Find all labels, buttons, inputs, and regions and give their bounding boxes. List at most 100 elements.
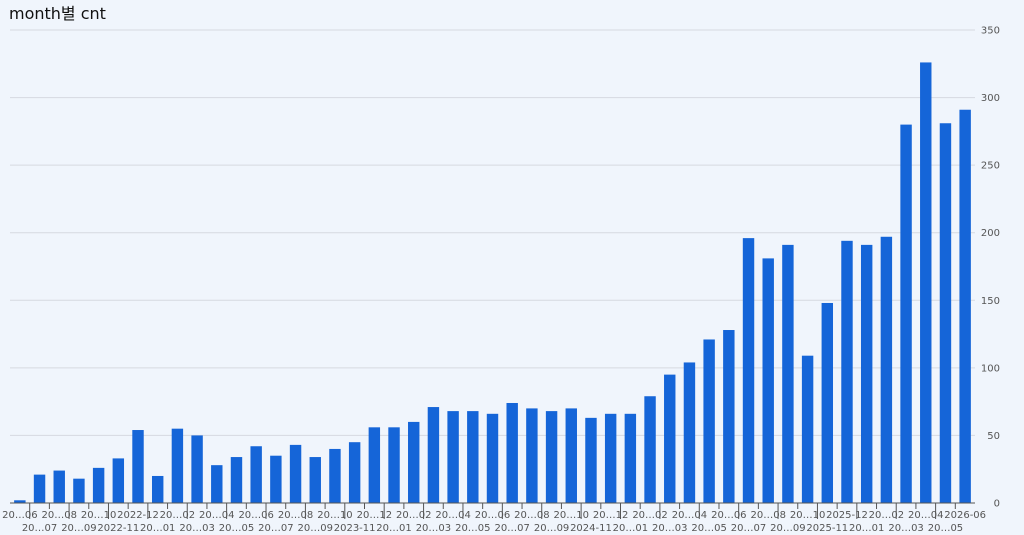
x-tick-label: 20…06 [711, 510, 746, 521]
bar[interactable] [171, 428, 184, 503]
y-tick-label: 250 [981, 161, 1000, 172]
bar[interactable] [723, 330, 735, 503]
bar[interactable] [565, 408, 577, 503]
x-tick-label: 20…10 [317, 510, 352, 521]
x-tick-label: 20…08 [514, 510, 549, 521]
bar[interactable] [33, 474, 46, 503]
bar[interactable] [506, 402, 518, 503]
x-tick-label: 20…05 [219, 523, 254, 534]
x-tick-label: 20…08 [750, 510, 785, 521]
bar[interactable] [860, 244, 873, 503]
bar[interactable] [526, 408, 538, 503]
bar[interactable] [250, 446, 262, 503]
bar[interactable] [427, 407, 440, 503]
bar[interactable] [920, 62, 932, 503]
x-tick-label: 2025-12 [826, 510, 868, 521]
bar[interactable] [841, 240, 853, 503]
x-tick-label: 2023-11 [334, 523, 376, 534]
bar[interactable] [408, 421, 420, 503]
bar[interactable] [703, 339, 715, 503]
x-tick-label: 20…05 [928, 523, 963, 534]
bar[interactable] [782, 244, 794, 503]
x-tick-label: 20…04 [199, 510, 234, 521]
bar[interactable] [880, 236, 893, 504]
x-tick-label: 20…03 [652, 523, 687, 534]
x-tick-label: 20…08 [278, 510, 313, 521]
x-tick-label: 20…10 [81, 510, 116, 521]
x-tick-label: 2025-11 [806, 523, 848, 534]
x-tick-label: 20…04 [908, 510, 943, 521]
bar[interactable] [348, 442, 361, 503]
x-tick-label: 20…03 [888, 523, 923, 534]
y-tick-label: 100 [981, 363, 1000, 374]
bar[interactable] [486, 413, 499, 503]
bar[interactable] [900, 124, 912, 503]
bar[interactable] [801, 355, 814, 503]
bar[interactable] [270, 455, 282, 503]
bar[interactable] [151, 475, 164, 503]
bar[interactable] [73, 478, 85, 503]
bar[interactable] [329, 448, 341, 503]
x-tick-label: 20…07 [22, 523, 57, 534]
bar[interactable] [53, 470, 65, 503]
bar[interactable] [939, 123, 952, 504]
bar[interactable] [644, 396, 656, 503]
bar-chart: 0 50 100 150 200 250 300 350 20…06 20…07 20…08 20…0… [2, 26, 1000, 535]
bar[interactable] [467, 411, 479, 503]
x-tick-label: 20…01 [849, 523, 884, 534]
x-tick-label: 20…02 [160, 510, 195, 521]
x-tick-label: 20…02 [632, 510, 667, 521]
x-tick-label: 20…09 [61, 523, 96, 534]
x-tick-label: 2022-12 [117, 510, 159, 521]
bar[interactable] [230, 457, 243, 503]
bar[interactable] [309, 457, 321, 503]
x-tick-label: 20…06 [475, 510, 510, 521]
x-tick-label: 20…04 [435, 510, 470, 521]
x-tick-label: 2024-11 [570, 523, 612, 534]
x-tick-label: 20…01 [140, 523, 175, 534]
x-tick-label: 20…07 [494, 523, 529, 534]
bar[interactable] [388, 427, 400, 503]
x-tick-label: 20…12 [357, 510, 392, 521]
x-tick-label: 20…12 [593, 510, 628, 521]
bar[interactable] [664, 374, 676, 503]
bar[interactable] [447, 411, 459, 503]
bar[interactable] [683, 362, 696, 503]
x-tick-label: 20…06 [238, 510, 273, 521]
y-tick-label: 150 [981, 296, 1000, 307]
y-tick-label: 0 [994, 499, 1000, 510]
bar[interactable] [604, 413, 617, 503]
bar[interactable] [112, 458, 125, 503]
bar[interactable] [742, 238, 755, 503]
x-tick-label: 20…06 [2, 510, 37, 521]
x-tick-label: 20…09 [770, 523, 805, 534]
x-tick-label: 20…02 [396, 510, 431, 521]
x-tick-label: 20…07 [258, 523, 293, 534]
bar[interactable] [92, 467, 105, 503]
bar[interactable] [821, 302, 834, 503]
bar[interactable] [624, 413, 637, 503]
x-tick-label: 20…10 [790, 510, 825, 521]
x-tick-label: 20…02 [869, 510, 904, 521]
bar[interactable] [211, 465, 223, 503]
y-tick-label: 350 [981, 26, 1000, 37]
bar[interactable] [132, 430, 144, 503]
bar[interactable] [545, 411, 558, 503]
bar[interactable] [191, 435, 203, 503]
x-tick-label: 20…05 [455, 523, 490, 534]
x-tick-label: 20…04 [672, 510, 707, 521]
x-tick-label: 20…10 [554, 510, 589, 521]
x-tick-label: 20…08 [42, 510, 77, 521]
bar[interactable] [959, 109, 971, 503]
bar[interactable] [585, 417, 597, 503]
x-tick-label: 20…01 [376, 523, 411, 534]
x-tick-label: 20…09 [298, 523, 333, 534]
bar[interactable] [762, 258, 774, 503]
x-tick-label: 20…05 [691, 523, 726, 534]
x-tick-label: 2022-11 [97, 523, 139, 534]
bar[interactable] [368, 427, 381, 503]
y-tick-label: 300 [981, 93, 1000, 104]
y-tick-label: 50 [987, 431, 1000, 442]
y-tick-label: 200 [981, 228, 1000, 239]
bar[interactable] [289, 444, 302, 503]
